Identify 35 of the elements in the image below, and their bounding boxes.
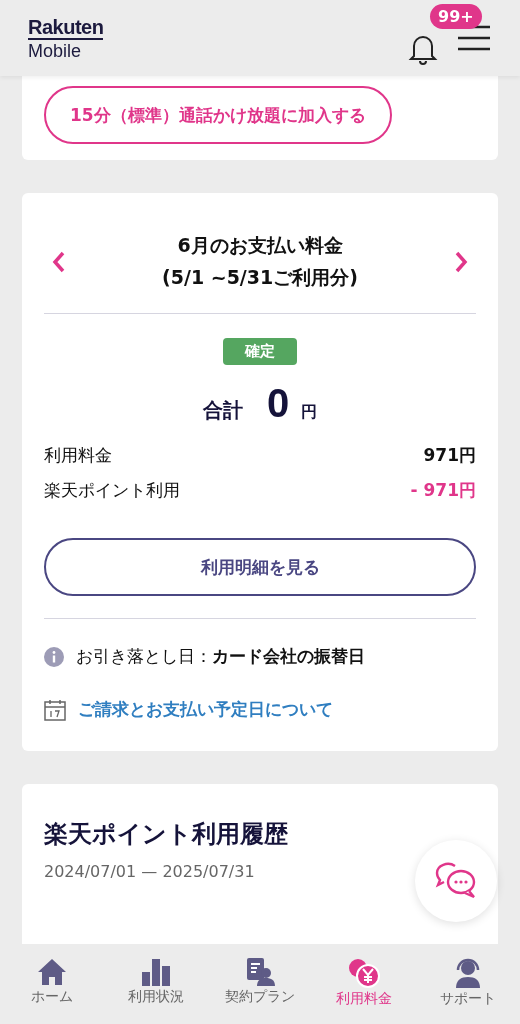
details-button[interactable]: 利用明細を見る [44,538,476,596]
charge-label: 楽天ポイント利用 [44,479,180,502]
home-icon [37,958,67,986]
tab[interactable]: 契約プラン [208,944,312,1024]
document-person-icon [245,958,275,986]
chevron-right-icon [454,251,468,273]
charge-amount: - 971円 [410,479,476,502]
coins-icon [348,958,380,988]
tab[interactable]: 利用状況 [104,944,208,1024]
chat-icon [435,862,477,900]
status-badge: 確定 [223,338,297,365]
bill-period: (5/1 ~5/31ご利用分) [162,265,358,290]
total-amount: 0 [266,381,290,426]
date-range: 2024/07/01 — 2025/07/31 [44,862,256,881]
bar-chart-icon [141,958,171,986]
bill-title: 6月のお支払い料金 [177,233,343,258]
schedule-link[interactable]: ご請求とお支払い予定日について [78,698,333,721]
calendar-icon [44,698,66,721]
debit-date-note: お引き落とし日：カード会社の振替日 [76,645,365,668]
logo-text: Mobile [28,41,83,60]
currency-unit: 円 [301,402,318,423]
tab[interactable]: サポート [416,944,520,1024]
charge-amount: 971円 [423,444,476,467]
total-label: 合計 [202,397,243,424]
chevron-left-icon [52,251,66,273]
menu-icon [458,25,490,51]
logo-text: Rakuten [28,16,104,40]
points-title: 楽天ポイント利用履歴 [44,819,289,850]
charge-label: 利用料金 [44,444,112,467]
tab[interactable]: 利用料金 [312,944,416,1024]
notification-badge: 99+ [430,4,482,29]
tab[interactable]: ホーム [0,944,104,1024]
call-plan-button[interactable]: 15分（標準）通話かけ放題に加入する [44,86,392,144]
headset-person-icon [453,958,483,988]
info-icon [44,646,64,667]
